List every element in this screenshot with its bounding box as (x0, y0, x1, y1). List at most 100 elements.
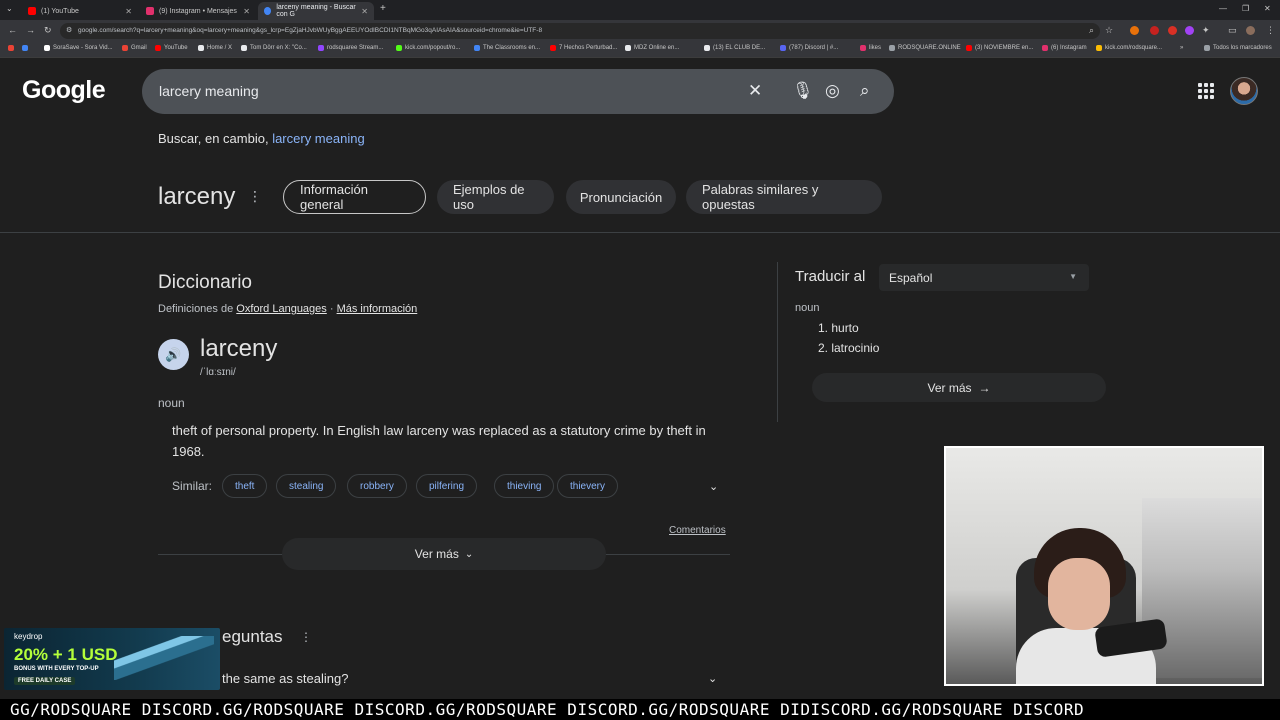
language-value: Español (889, 271, 933, 285)
google-icon (264, 7, 272, 15)
bookmark-star-icon[interactable]: ☆ (1105, 25, 1113, 36)
bookmarks-bar: SoraSave - Sora Vid... Gmail YouTube Hom… (0, 42, 1280, 58)
tab-label: larceny meaning - Buscar con G (276, 4, 356, 18)
site-info-icon[interactable]: ⚙ (66, 23, 72, 39)
tab-instagram[interactable]: (9) Instagram • Mensajes ✕ (140, 2, 256, 20)
bookmark-item[interactable]: (6) Instagram (1042, 45, 1087, 51)
weapon-graphic (114, 636, 214, 680)
maximize-button[interactable]: ❐ (1242, 4, 1249, 13)
apps-bookmark-icon[interactable] (22, 45, 31, 51)
similar-chip-pilfering[interactable]: pilfering (416, 474, 478, 498)
oxford-link[interactable]: Oxford Languages (236, 303, 327, 315)
similar-chip-thieving[interactable]: thieving (494, 474, 555, 498)
forward-icon[interactable]: → (26, 25, 35, 35)
bookmark-item[interactable]: (13) EL CLUB DE... (704, 45, 765, 51)
address-toolbar: ← → ↻ ⚙ google.com/search?q=larcery+mean… (0, 20, 1280, 42)
bookmark-item[interactable]: (3) NOVIEMBRE en... (966, 45, 1033, 51)
zoom-icon[interactable]: ⌕ (1089, 25, 1094, 36)
clear-icon[interactable]: ✕ (748, 81, 762, 101)
microphone-icon[interactable]: 🎙 (792, 81, 814, 101)
more-info-link[interactable]: Más información (337, 303, 418, 315)
bookmark-item[interactable]: 7 Hechos Perturbad... (550, 45, 617, 51)
chip-ejemplos-de-uso[interactable]: Ejemplos de uso (437, 180, 554, 214)
dictionary-source: Definiciones de Oxford Languages · Más i… (158, 303, 418, 315)
ad-badge: FREE DAILY CASE (14, 677, 76, 685)
divider (0, 232, 1280, 233)
bookmark-item[interactable]: likes (860, 45, 881, 51)
extension-icon[interactable] (1130, 26, 1139, 35)
speaker-icon[interactable]: 🔊 (158, 339, 189, 370)
dictionary-title: Diccionario (158, 272, 252, 293)
bookmark-item[interactable]: The Classrooms en... (474, 45, 540, 51)
similar-chip-thievery[interactable]: thievery (557, 474, 619, 498)
more-options-icon[interactable]: ⋮ (300, 630, 312, 644)
bookmark-item[interactable]: rodsquaree Stream... (318, 45, 383, 51)
url-text: google.com/search?q=larcery+meaning&oq=l… (78, 27, 543, 34)
translate-ver-mas-button[interactable]: Ver más → (812, 373, 1106, 402)
reload-icon[interactable]: ↻ (44, 25, 52, 36)
close-icon[interactable]: ✕ (125, 7, 132, 16)
extension-icon[interactable] (1185, 26, 1194, 35)
extensions-puzzle-icon[interactable]: ✦ (1202, 25, 1210, 36)
source-prefix: Definiciones de (158, 303, 234, 315)
bookmarks-overflow-icon[interactable]: » (1180, 45, 1183, 51)
close-window-button[interactable]: ✕ (1264, 4, 1271, 13)
more-options-icon[interactable]: ⋮ (248, 188, 262, 205)
menu-kebab-icon[interactable]: ⋮ (1266, 25, 1275, 36)
bookmark-item-all[interactable]: Todos los marcadores (1204, 45, 1272, 51)
bookmark-item[interactable]: MDZ Online en... (625, 45, 679, 51)
apps-bookmark-icon[interactable] (8, 45, 17, 51)
account-avatar[interactable] (1230, 77, 1258, 105)
close-icon[interactable]: ✕ (243, 7, 250, 16)
feedback-link[interactable]: Comentarios (669, 525, 726, 536)
search-box[interactable]: larcery meaning ✕ 🎙 ◎ ⌕ (142, 69, 894, 114)
bookmark-item[interactable]: Gmail (122, 45, 147, 51)
search-icon[interactable]: ⌕ (860, 81, 870, 101)
bookmark-item[interactable]: Tom Dörr en X: "Co... (241, 45, 307, 51)
minimize-button[interactable]: — (1219, 4, 1227, 13)
similar-chip-stealing[interactable]: stealing (276, 474, 337, 498)
chevron-down-icon[interactable]: ⌄ (709, 480, 718, 493)
new-tab-button[interactable]: + (380, 3, 386, 14)
tab-google-search[interactable]: larceny meaning - Buscar con G ✕ (258, 2, 374, 20)
chip-informacion-general[interactable]: Información general (283, 180, 426, 214)
extension-icon[interactable] (1150, 26, 1159, 35)
bookmark-item[interactable]: (787) Discord | #... (780, 45, 838, 51)
phonetic: /ˈlɑːsɪni/ (200, 367, 236, 378)
ad-headline: 20% + 1 USD (14, 645, 118, 664)
chevron-down-icon[interactable]: ⌄ (708, 672, 717, 685)
similar-chip-robbery[interactable]: robbery (347, 474, 407, 498)
bookmark-item[interactable]: kick.com/popout/ro... (396, 45, 460, 51)
tab-youtube[interactable]: (1) YouTube ✕ (22, 2, 138, 20)
search-input[interactable]: larcery meaning (159, 83, 259, 99)
profile-avatar[interactable] (1246, 26, 1255, 35)
ad-subline: BONUS WITH EVERY TOP-UP (14, 666, 99, 672)
word-title: larceny (158, 183, 236, 210)
ver-mas-label: Ver más (414, 547, 459, 561)
bookmark-item[interactable]: RODSQUARE.ONLINE (889, 45, 961, 51)
chip-pronunciacion[interactable]: Pronunciación (566, 180, 676, 214)
translation-item: 1. hurto (818, 321, 859, 335)
extension-icon[interactable] (1168, 26, 1177, 35)
bookmark-item[interactable]: SoraSave - Sora Vid... (44, 45, 113, 51)
tab-search-icon[interactable]: ⌄ (6, 4, 13, 13)
chip-palabras-similares[interactable]: Palabras similares y opuestas (686, 180, 882, 214)
keydrop-ad: keydrop 20% + 1 USD BONUS WITH EVERY TOP… (4, 628, 220, 690)
back-icon[interactable]: ← (8, 25, 17, 35)
browser-tab-bar: ⌄ (1) YouTube ✕ (9) Instagram • Mensajes… (0, 0, 1280, 20)
bookmark-item[interactable]: YouTube (155, 45, 188, 51)
google-logo[interactable]: Google (22, 76, 106, 105)
spell-link[interactable]: larcery meaning (272, 131, 365, 146)
similar-chip-theft[interactable]: theft (222, 474, 268, 498)
close-icon[interactable]: ✕ (361, 7, 368, 16)
related-question[interactable]: the same as stealing? (222, 671, 348, 686)
address-bar[interactable]: ⚙ google.com/search?q=larcery+meaning&oq… (60, 23, 1100, 39)
google-apps-icon[interactable] (1198, 83, 1214, 99)
side-panel-icon[interactable]: ▭ (1228, 25, 1237, 36)
ver-mas-button[interactable]: Ver más ⌄ (282, 538, 606, 570)
language-select[interactable]: Español ▼ (879, 264, 1089, 291)
camera-lens-icon[interactable]: ◎ (825, 81, 840, 101)
translate-pos: noun (795, 302, 820, 314)
bookmark-item[interactable]: Home / X (198, 45, 232, 51)
bookmark-item[interactable]: kick.com/rodsquare... (1096, 45, 1162, 51)
